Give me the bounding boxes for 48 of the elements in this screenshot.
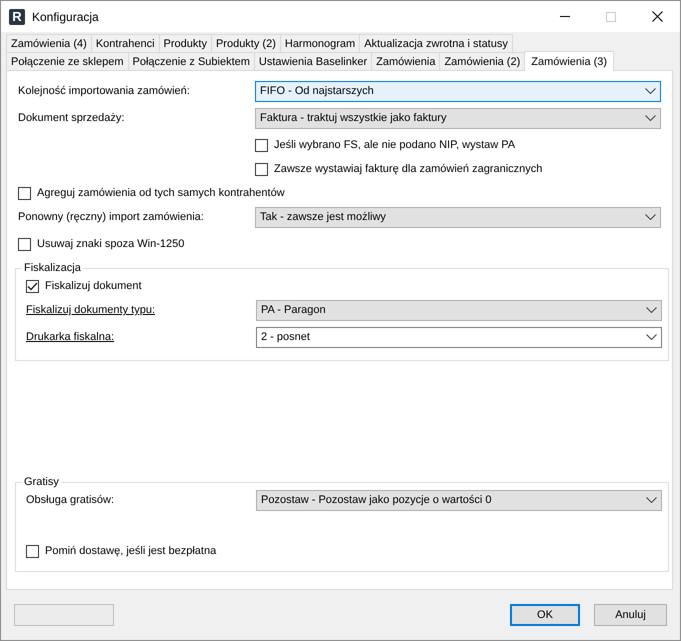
- dropdown-field[interactable]: 2 - posnet: [256, 326, 662, 348]
- group-title: Gratisy: [23, 476, 60, 488]
- checkbox[interactable]: [255, 138, 268, 152]
- minimize-icon: [560, 16, 570, 17]
- dropdown-caret-icon: [645, 88, 656, 94]
- field-label: Ponowny (ręczny) import zamówienia:: [18, 211, 205, 223]
- tab[interactable]: Produkty (2): [210, 34, 281, 52]
- dropdown-caret-icon: [646, 307, 657, 313]
- checkbox-label: Usuwaj znaki spoza Win-1250: [37, 238, 184, 250]
- tab[interactable]: Harmonogram: [280, 34, 360, 52]
- dropdown-caret-icon: [645, 115, 656, 121]
- checkbox-option[interactable]: Usuwaj znaki spoza Win-1250: [18, 238, 184, 250]
- checkbox[interactable]: [255, 162, 268, 176]
- tab[interactable]: Zamówienia (3): [524, 51, 614, 71]
- checkbox-option[interactable]: Pomiń dostawę, jeśli jest bezpłatna: [26, 544, 216, 558]
- window-title: Konfiguracja: [32, 10, 100, 24]
- field-label: Drukarka fiskalna:: [26, 331, 116, 343]
- checkbox[interactable]: [26, 280, 39, 292]
- dropdown-caret-icon: [645, 214, 656, 220]
- dropdown-caret-icon: [646, 497, 657, 503]
- dropdown-field[interactable]: FIFO - Od najstarszych: [255, 80, 661, 102]
- field-label: Fiskalizuj dokumenty typu:: [26, 304, 156, 316]
- checkbox[interactable]: [26, 544, 39, 558]
- field-label: Kolejność importowania zamówień:: [18, 85, 191, 97]
- field-label: Obsługa gratisów:: [26, 494, 116, 506]
- checkbox[interactable]: [18, 238, 31, 250]
- dropdown-caret-icon: [646, 334, 657, 340]
- group-title: Fiskalizacja: [23, 262, 82, 274]
- ok-button[interactable]: OK: [510, 604, 580, 626]
- checkbox-label: Fiskalizuj dokument: [45, 280, 142, 292]
- tab[interactable]: Produkty: [158, 34, 212, 52]
- checkbox-label: Pomiń dostawę, jeśli jest bezpłatna: [45, 545, 216, 557]
- dropdown-field[interactable]: Faktura - traktuj wszystkie jako faktury: [255, 108, 661, 128]
- maximize-icon: [606, 12, 616, 22]
- checkbox-option[interactable]: Fiskalizuj dokument: [26, 280, 142, 292]
- dropdown-field[interactable]: Tak - zawsze jest możliwy: [255, 206, 661, 228]
- checkbox[interactable]: [18, 186, 31, 200]
- tab[interactable]: Połączenie z Subiektem: [128, 52, 255, 70]
- field-label: Dokument sprzedaży:: [18, 112, 126, 124]
- tab[interactable]: Zamówienia (4): [6, 34, 92, 52]
- app-logo: R: [9, 8, 25, 24]
- tab[interactable]: Zamówienia (2): [439, 52, 526, 70]
- tab[interactable]: Aktualizacja zwrotna i statusy: [359, 34, 513, 52]
- dropdown-field[interactable]: PA - Paragon: [256, 300, 662, 320]
- dropdown-field[interactable]: Pozostaw - Pozostaw jako pozycje o wartości 0: [256, 490, 662, 510]
- close-icon: [652, 11, 662, 22]
- cancel-button[interactable]: Anuluj: [594, 604, 667, 626]
- tab[interactable]: Połączenie ze sklepem: [6, 52, 129, 70]
